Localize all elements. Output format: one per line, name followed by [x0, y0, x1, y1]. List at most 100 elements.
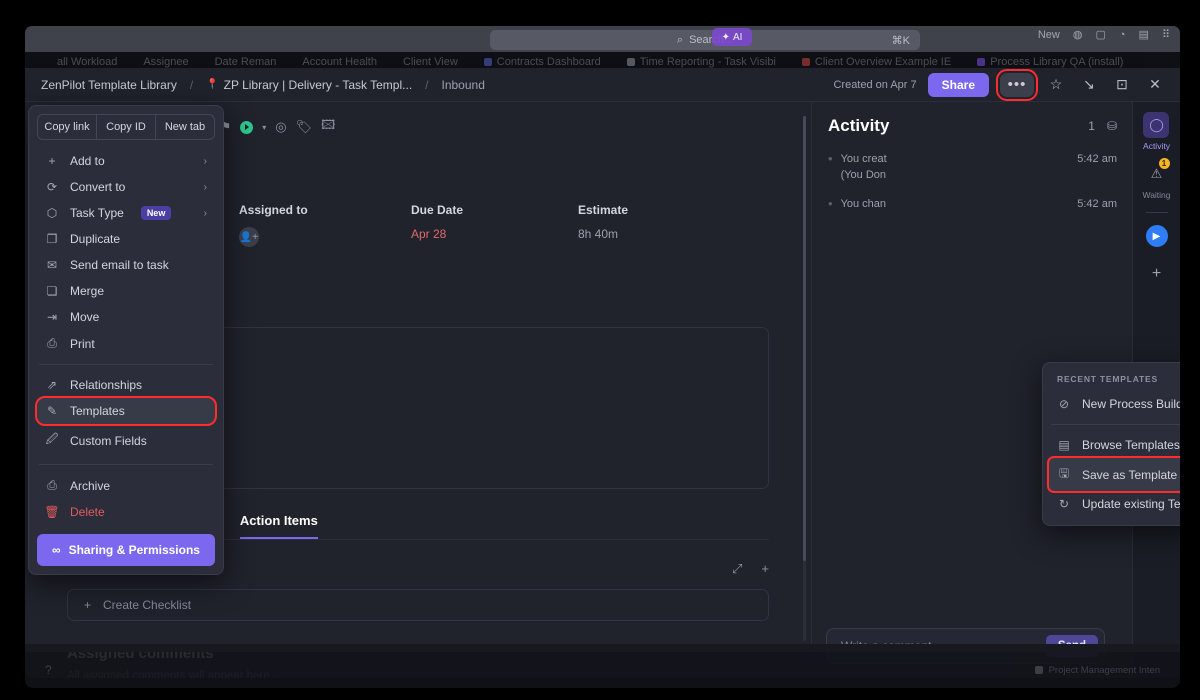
archive-icon: ⎙	[45, 478, 59, 493]
submenu-item-save-as-template[interactable]: 🖫Save as Template	[1049, 458, 1180, 491]
more-options-button[interactable]: •••	[1000, 73, 1034, 97]
menu-item-custom-fields[interactable]: 🖉Custom Fields	[37, 424, 215, 457]
search-icon: ⌕	[677, 34, 683, 47]
scrollbar-thumb[interactable]	[803, 116, 806, 561]
workspace-nav-tab[interactable]: Client View	[403, 56, 458, 68]
menu-item-convert-to[interactable]: ⟳Convert to›	[37, 174, 215, 200]
activity-item: •You chan5:42 am	[828, 197, 1117, 213]
breadcrumb-label: ZenPilot Template Library	[41, 78, 177, 92]
sharing-permissions-button[interactable]: ∞ Sharing & Permissions	[37, 534, 215, 566]
target-icon[interactable]: ◎	[275, 119, 286, 135]
filter-icon[interactable]: ⛁	[1107, 119, 1117, 133]
global-search-box[interactable]: ⌕ Search... ⌘K	[490, 30, 920, 50]
activity-timestamp: 5:42 am	[1077, 152, 1117, 184]
start-timer-icon[interactable]	[240, 121, 253, 134]
tag-icon[interactable]: 🏷	[296, 119, 313, 135]
task-context-menu: Copy linkCopy IDNew tab +Add to›⟳Convert…	[28, 105, 224, 575]
clock-icon[interactable]: ◔	[1119, 29, 1126, 41]
workspace-nav-tab[interactable]: all Workload	[57, 56, 117, 68]
context-menu-group-2: ⇗Relationships✎Templates🖉Custom Fields	[37, 372, 215, 457]
menu-item-templates[interactable]: ✎Templates	[37, 398, 215, 424]
menu-item-send-email-to-task[interactable]: ✉Send email to task	[37, 252, 215, 278]
submenu-item-new-process-building[interactable]: ⊘New Process Building	[1049, 391, 1180, 417]
workspace-nav-tab[interactable]: Date Reman	[215, 56, 277, 68]
menu-divider	[1051, 424, 1180, 425]
breadcrumb-item[interactable]: 📍ZP Library | Delivery - Task Templ...	[206, 78, 412, 92]
close-icon[interactable]: ✕	[1144, 74, 1166, 96]
tab-label: Action Items	[240, 513, 318, 528]
submenu-item-update-existing-template[interactable]: ↻Update existing Template	[1049, 491, 1180, 517]
breadcrumb-label: ZP Library | Delivery - Task Templ...	[224, 78, 413, 92]
workspace-nav-tab[interactable]: Process Library QA (install)	[977, 56, 1123, 68]
create-checklist-button[interactable]: + Create Checklist	[67, 589, 769, 621]
statusbar-right: Project Management Inten	[1035, 665, 1160, 676]
create-checklist-label: Create Checklist	[103, 598, 191, 612]
menu-item-label: Delete	[70, 505, 105, 519]
copy-id-button[interactable]: Copy ID	[96, 115, 155, 139]
menu-item-duplicate[interactable]: ❐Duplicate	[37, 226, 215, 252]
field-estimate: Estimate 8h 40m	[578, 203, 628, 248]
collapse-icon[interactable]: ↘	[1078, 74, 1100, 96]
menu-item-delete[interactable]: 🗑Delete	[37, 499, 215, 525]
plus-icon[interactable]: +	[1152, 265, 1161, 283]
move-icon: ⇥	[45, 310, 59, 324]
submenu-item-browse-templates[interactable]: ▤Browse Templates	[1049, 432, 1180, 458]
image-icon[interactable]: 🖾	[321, 116, 335, 138]
workspace-nav-tab[interactable]: Contracts Dashboard	[484, 56, 601, 68]
workspace-nav-tab[interactable]: Client Overview Example IE	[802, 56, 951, 68]
nav-tab-label: Date Reman	[215, 56, 277, 68]
menu-item-merge[interactable]: ❏Merge	[37, 278, 215, 304]
notifications-icon[interactable]: ◍	[1073, 28, 1083, 41]
trash-icon[interactable]: ▤	[1139, 28, 1149, 41]
tab-action-items[interactable]: Action Items	[240, 513, 318, 539]
video-icon[interactable]: ▶	[1146, 225, 1168, 247]
menu-item-print[interactable]: ⎙Print	[37, 330, 215, 357]
bullet-icon: •	[828, 152, 833, 184]
menu-item-add-to[interactable]: +Add to›	[37, 148, 215, 174]
menu-item-relationships[interactable]: ⇗Relationships	[37, 372, 215, 398]
workspace-nav-tab[interactable]: Time Reporting - Task Visibi	[627, 56, 776, 68]
menu-item-move[interactable]: ⇥ Move	[37, 304, 215, 330]
rail-waiting-label: Waiting	[1142, 190, 1170, 200]
grid-icon[interactable]: ⠿	[1162, 28, 1170, 41]
menu-item-task-type[interactable]: ⬡Task TypeNew›	[37, 200, 215, 226]
estimate-value[interactable]: 8h 40m	[578, 227, 628, 241]
chevron-down-icon[interactable]: ▾	[262, 123, 266, 132]
rail-item-waiting[interactable]: ⚠ 1 Waiting	[1142, 161, 1170, 200]
workspace-nav-tab[interactable]: Account Health	[302, 56, 377, 68]
breadcrumb-separator: /	[190, 78, 193, 92]
merge-icon: ❏	[45, 284, 59, 298]
favorite-star-icon[interactable]: ☆	[1045, 74, 1067, 96]
expand-icon[interactable]: ⤢	[732, 561, 742, 577]
new-tab-button[interactable]: New tab	[155, 115, 214, 139]
nav-tab-label: Process Library QA (install)	[990, 56, 1123, 68]
new-button[interactable]: New	[1038, 29, 1060, 41]
add-assignee-icon[interactable]: 👤+	[239, 227, 259, 247]
menu-item-label: Relationships	[70, 378, 142, 392]
nav-tab-color-icon	[802, 58, 810, 66]
menu-item-label: Convert to	[70, 180, 125, 194]
refresh-icon: ↻	[1057, 497, 1071, 511]
field-assignee-label: Assigned to	[239, 203, 411, 217]
menu-item-label: Move	[70, 310, 99, 324]
ai-button[interactable]: ✦ AI	[712, 28, 752, 46]
help-icon[interactable]: ?	[45, 663, 52, 677]
rail-item-activity[interactable]: ◯ Activity	[1143, 112, 1170, 151]
due-date-value[interactable]: Apr 28	[411, 227, 578, 241]
menu-item-archive[interactable]: ⎙Archive	[37, 472, 215, 499]
field-assigned-to: Assigned to 👤+	[239, 203, 411, 248]
share-button[interactable]: Share	[928, 73, 989, 97]
workspace-nav-tab[interactable]: Assignee	[143, 56, 188, 68]
waiting-badge: 1	[1159, 158, 1170, 169]
panel-icon[interactable]: ▢	[1095, 28, 1105, 41]
breadcrumb-bar: ZenPilot Template Library / 📍ZP Library | …	[25, 68, 1180, 102]
browse-icon: ▤	[1057, 438, 1071, 452]
comment-icon: ◯	[1143, 112, 1169, 138]
breadcrumb-item[interactable]: ZenPilot Template Library	[41, 78, 177, 92]
add-checklist-icon[interactable]: +	[761, 561, 769, 577]
fullscreen-icon[interactable]: ⊡	[1111, 74, 1133, 96]
breadcrumb-item[interactable]: Inbound	[442, 78, 485, 92]
template-actions-list: ▤Browse Templates🖫Save as Template↻Updat…	[1049, 432, 1180, 517]
sharing-permissions-label: Sharing & Permissions	[69, 543, 200, 557]
copy-link-button[interactable]: Copy link	[38, 115, 96, 139]
